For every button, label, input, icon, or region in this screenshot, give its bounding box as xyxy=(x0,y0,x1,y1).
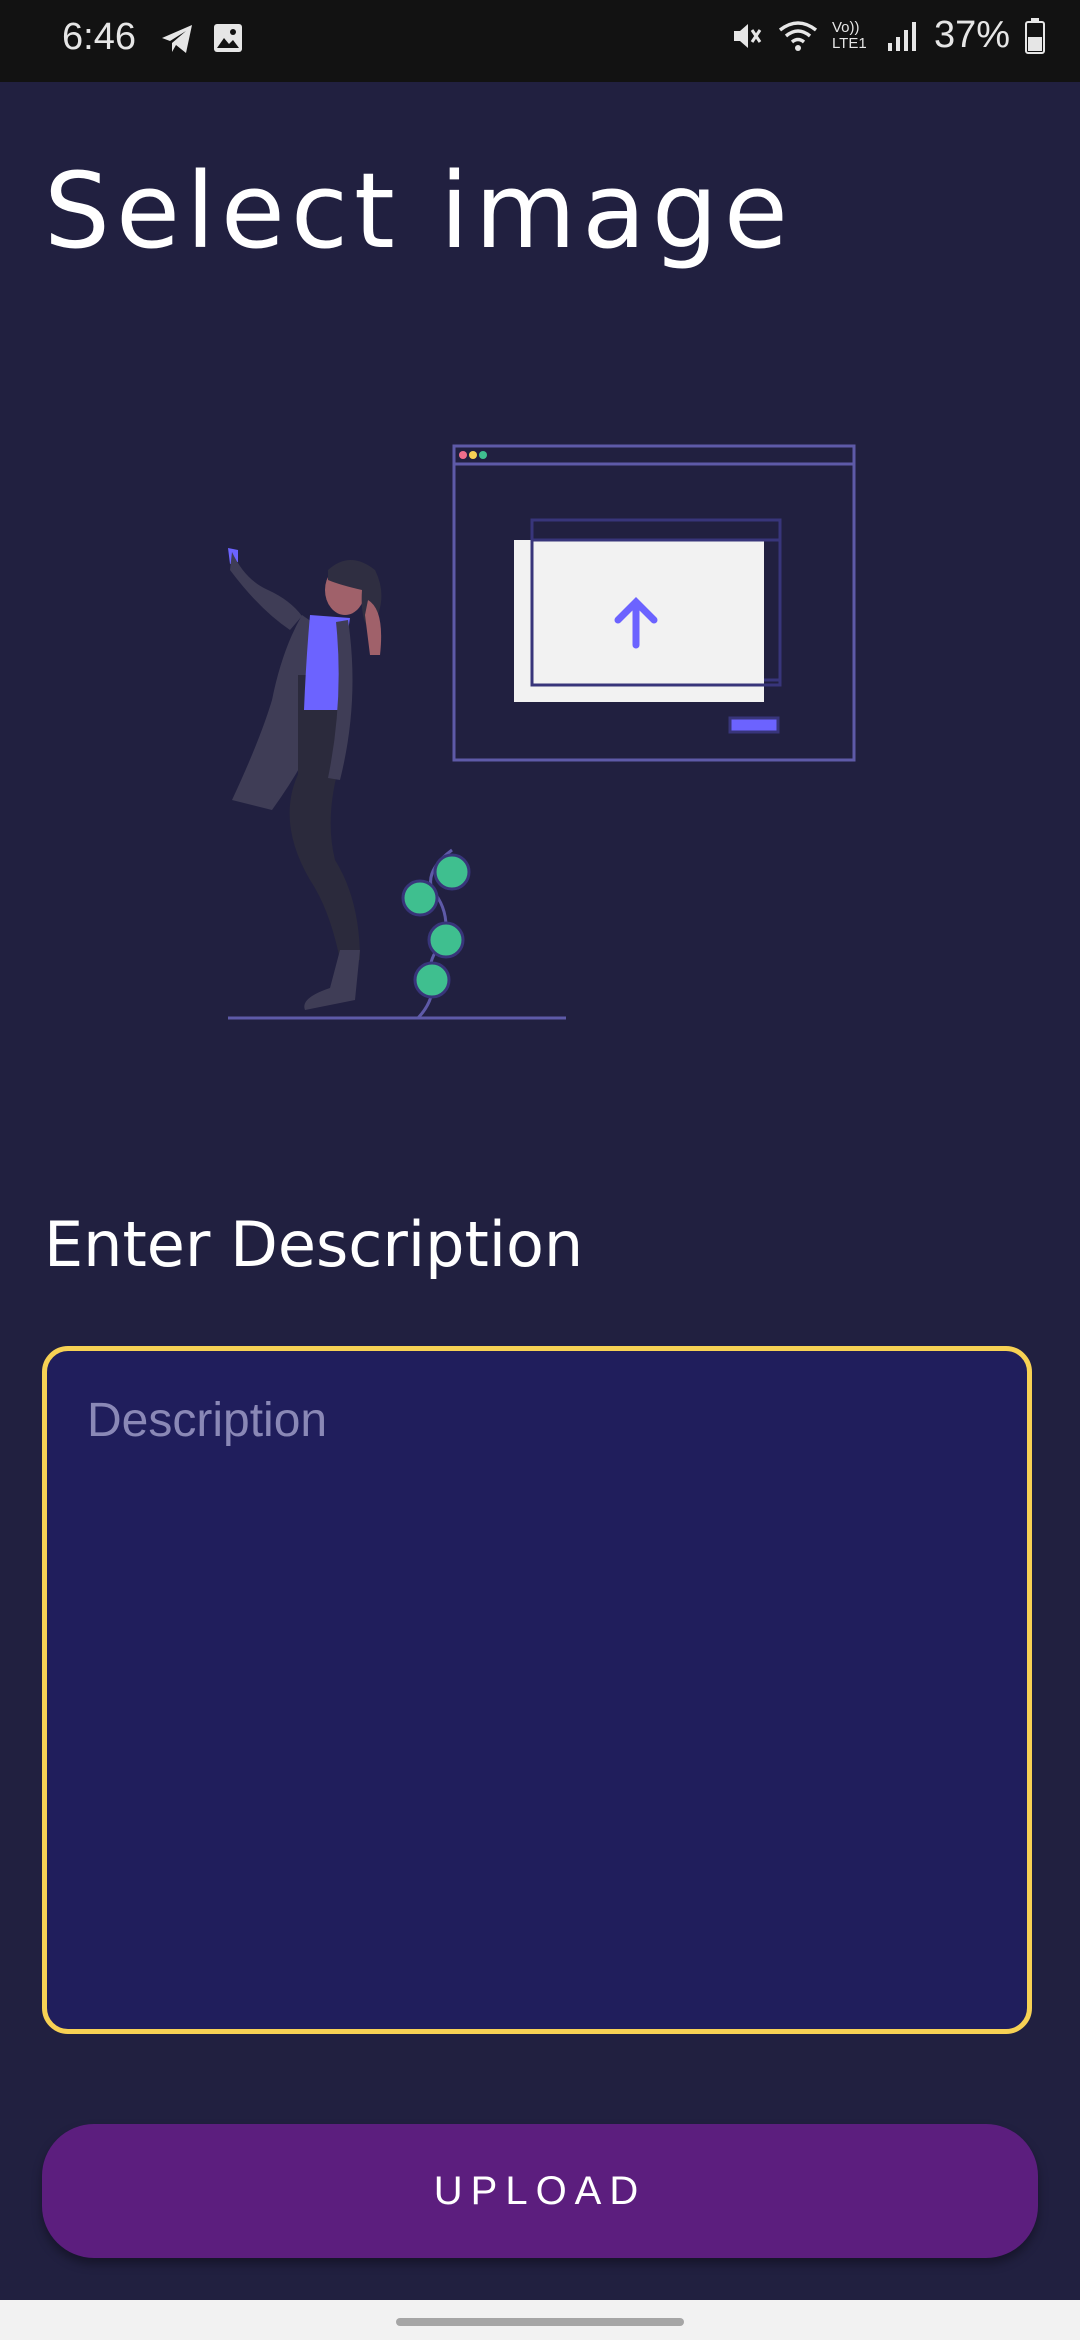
gallery-icon xyxy=(214,24,242,52)
page-title: Select image xyxy=(44,150,794,272)
description-field[interactable] xyxy=(42,1346,1032,2034)
telegram-icon xyxy=(162,25,192,53)
system-icons: Vo)) LTE1 37% xyxy=(728,14,1046,57)
description-input[interactable] xyxy=(85,1391,989,1995)
battery-icon xyxy=(1025,17,1045,54)
description-label: Enter Description xyxy=(44,1208,584,1281)
upload-button[interactable]: UPLOAD xyxy=(42,2124,1038,2258)
lte-icon: Vo)) LTE1 xyxy=(831,18,867,52)
upload-illustration xyxy=(228,444,856,1020)
status-bar: 6:46 Vo)) LTE1 37% xyxy=(0,0,1080,82)
wifi-icon xyxy=(778,20,818,51)
navigation-bar xyxy=(0,2300,1080,2340)
home-gesture-handle[interactable] xyxy=(396,2318,684,2326)
mute-icon xyxy=(733,23,762,48)
status-time: 6:46 xyxy=(62,16,136,58)
battery-percent: 37% xyxy=(933,14,1010,56)
signal-icon xyxy=(887,21,916,51)
notification-icons xyxy=(160,22,244,56)
